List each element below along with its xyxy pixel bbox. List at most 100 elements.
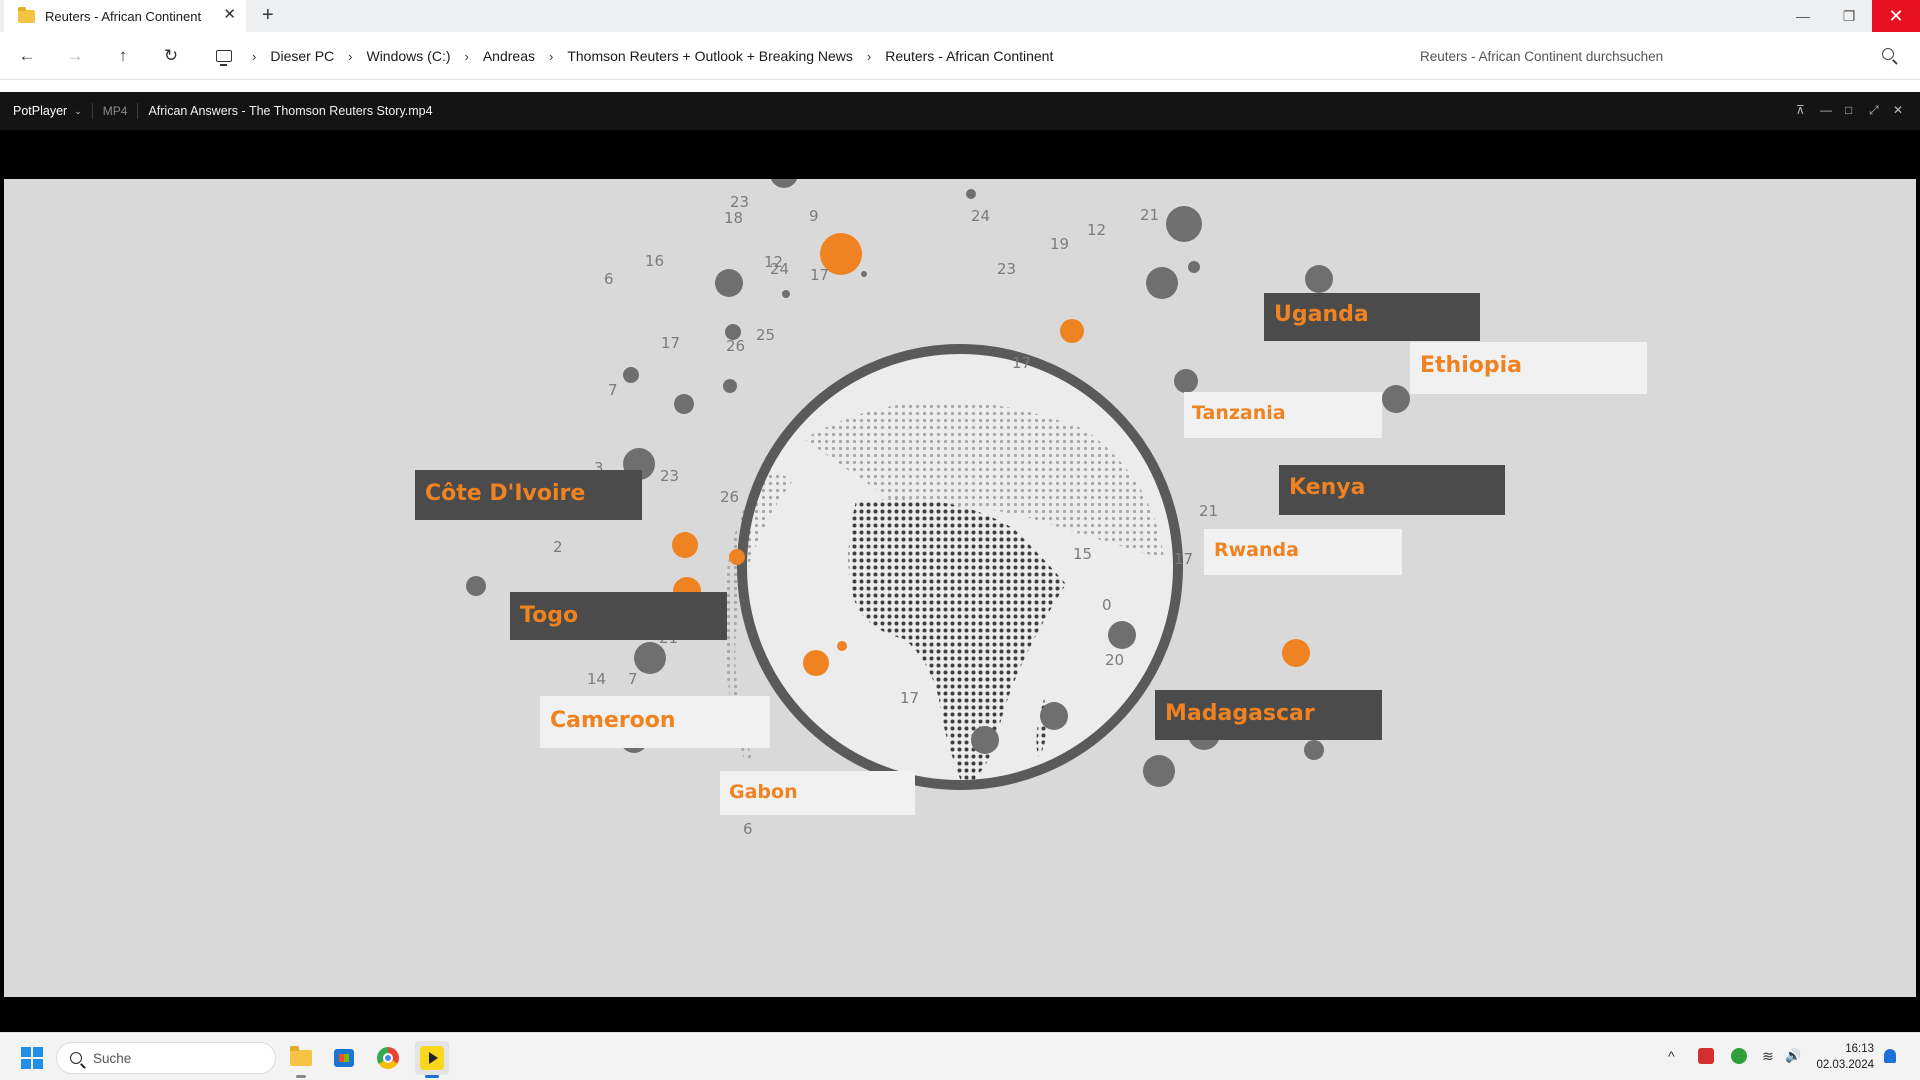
country-label-uganda: Uganda bbox=[1264, 293, 1480, 341]
up-button[interactable]: ↑ bbox=[110, 44, 136, 68]
country-label-cameroon: Cameroon bbox=[540, 696, 770, 748]
taskbar-app-potplayer[interactable] bbox=[415, 1041, 449, 1078]
number-label: 18 bbox=[724, 209, 743, 227]
chevron-right-icon[interactable]: › bbox=[465, 49, 469, 64]
number-label: 0 bbox=[1102, 596, 1112, 614]
search-icon[interactable] bbox=[1882, 48, 1894, 60]
number-label: 23 bbox=[997, 260, 1016, 278]
number-label: 17 bbox=[810, 266, 829, 284]
number-label: 2 bbox=[553, 538, 563, 556]
taskbar-clock[interactable]: 16:13 02.03.2024 bbox=[1810, 1041, 1874, 1073]
chevron-down-icon: ⌄ bbox=[74, 105, 82, 116]
folder-icon bbox=[18, 6, 35, 23]
notification-bell-icon[interactable] bbox=[1884, 1049, 1896, 1063]
explorer-search-box[interactable]: Reuters - African Continent durchsuchen bbox=[1410, 40, 1906, 72]
breadcrumb: › Dieser PC › Windows (C:) › Andreas › T… bbox=[200, 40, 1400, 72]
country-label-tanzania: Tanzania bbox=[1184, 392, 1382, 438]
number-label: 9 bbox=[809, 207, 819, 225]
country-label-kenya: Kenya bbox=[1279, 465, 1505, 515]
player-fullscreen-button[interactable]: ⤢ bbox=[1869, 103, 1879, 117]
clock-date: 02.03.2024 bbox=[1816, 1059, 1874, 1071]
country-name: Rwanda bbox=[1214, 539, 1299, 561]
breadcrumb-item-windows-c[interactable]: Windows (C:) bbox=[366, 48, 450, 64]
chrome-icon bbox=[377, 1047, 399, 1069]
country-name: Tanzania bbox=[1192, 402, 1286, 424]
country-label-gabon: Gabon bbox=[720, 771, 915, 815]
chevron-right-icon[interactable]: › bbox=[549, 49, 553, 64]
number-label: 26 bbox=[726, 337, 745, 355]
tray-app-red-icon[interactable] bbox=[1698, 1048, 1714, 1064]
taskbar-app-file-explorer[interactable] bbox=[284, 1041, 318, 1078]
explorer-tab[interactable]: Reuters - African Continent ✕ bbox=[4, 0, 246, 32]
player-maximize-button[interactable]: □ bbox=[1845, 103, 1852, 117]
number-label: 17 bbox=[1174, 550, 1193, 568]
volume-icon[interactable]: 🔊 bbox=[1785, 1047, 1801, 1065]
number-label: 16 bbox=[645, 252, 664, 270]
country-name: Gabon bbox=[729, 781, 798, 803]
potplayer-title-bar: PotPlayer ⌄ MP4 African Answers - The Th… bbox=[0, 92, 1920, 130]
window-gap bbox=[0, 80, 1920, 92]
close-window-button[interactable]: ✕ bbox=[1872, 0, 1920, 32]
refresh-button[interactable]: ↻ bbox=[158, 44, 184, 68]
video-file-name: African Answers - The Thomson Reuters St… bbox=[148, 104, 433, 118]
potplayer-icon bbox=[420, 1046, 444, 1070]
restore-button[interactable]: ❐ bbox=[1826, 0, 1872, 32]
country-label-cote-divoire: Côte D'Ivoire bbox=[415, 470, 642, 520]
number-label: 21 bbox=[1140, 206, 1159, 224]
breadcrumb-item-andreas[interactable]: Andreas bbox=[483, 48, 535, 64]
tab-close-button[interactable]: ✕ bbox=[223, 6, 236, 24]
tab-title: Reuters - African Continent bbox=[45, 8, 202, 24]
number-label: 7 bbox=[628, 670, 638, 688]
pin-icon[interactable]: ⊼ bbox=[1796, 103, 1805, 117]
chevron-right-icon[interactable]: › bbox=[252, 49, 256, 64]
video-frame[interactable]: 23 18 9 24 19 12 21 16 6 12 24 17 23 17 … bbox=[4, 179, 1916, 997]
player-minimize-button[interactable]: — bbox=[1820, 103, 1832, 117]
country-label-madagascar: Madagascar bbox=[1155, 690, 1382, 740]
country-name: Côte D'Ivoire bbox=[425, 481, 585, 506]
taskbar: Suche ^ ≋ 🔊 16:13 02.03.2024 bbox=[0, 1032, 1920, 1080]
number-label: 25 bbox=[756, 326, 775, 344]
microsoft-store-icon bbox=[334, 1049, 354, 1067]
chevron-right-icon[interactable]: › bbox=[867, 49, 871, 64]
number-label: 6 bbox=[604, 270, 614, 288]
video-graphic: 23 18 9 24 19 12 21 16 6 12 24 17 23 17 … bbox=[415, 179, 1647, 838]
taskbar-search-placeholder: Suche bbox=[93, 1050, 132, 1066]
potplayer-menu-button[interactable]: PotPlayer ⌄ bbox=[13, 104, 82, 118]
back-button[interactable]: ← bbox=[14, 44, 40, 68]
wifi-icon[interactable]: ≋ bbox=[1762, 1047, 1774, 1065]
computer-icon[interactable] bbox=[216, 50, 232, 66]
country-name: Cameroon bbox=[550, 708, 676, 733]
number-label: 12 bbox=[1087, 221, 1106, 239]
number-label: 19 bbox=[1050, 235, 1069, 253]
minimize-button[interactable]: — bbox=[1780, 0, 1826, 32]
file-format-badge: MP4 bbox=[102, 104, 128, 118]
taskbar-search-box[interactable]: Suche bbox=[56, 1042, 276, 1074]
forward-button[interactable]: → bbox=[62, 44, 88, 68]
taskbar-app-chrome[interactable] bbox=[371, 1041, 405, 1075]
explorer-tab-bar: Reuters - African Continent ✕ + — ❐ ✕ bbox=[0, 0, 1920, 32]
tray-security-check-icon[interactable] bbox=[1731, 1048, 1747, 1064]
number-label: 20 bbox=[1105, 651, 1124, 669]
windows-start-icon[interactable] bbox=[21, 1047, 43, 1069]
breadcrumb-item-african-continent[interactable]: Reuters - African Continent bbox=[885, 48, 1053, 64]
breadcrumb-item-this-pc[interactable]: Dieser PC bbox=[270, 48, 334, 64]
taskbar-app-microsoft-store[interactable] bbox=[327, 1041, 361, 1075]
country-label-rwanda: Rwanda bbox=[1204, 529, 1402, 575]
number-label: 7 bbox=[608, 381, 618, 399]
number-label: 14 bbox=[587, 670, 606, 688]
number-label: 15 bbox=[1073, 545, 1092, 563]
number-label: 6 bbox=[743, 820, 753, 838]
new-tab-button[interactable]: + bbox=[262, 5, 274, 25]
number-label: 17 bbox=[1012, 354, 1031, 372]
number-label: 21 bbox=[1199, 502, 1218, 520]
tray-overflow-chevron-icon[interactable]: ^ bbox=[1668, 1047, 1675, 1065]
breadcrumb-item-thomson-reuters[interactable]: Thomson Reuters + Outlook + Breaking New… bbox=[567, 48, 853, 64]
country-name: Kenya bbox=[1289, 475, 1365, 500]
search-icon bbox=[70, 1052, 82, 1064]
player-close-button[interactable]: ✕ bbox=[1893, 103, 1903, 117]
country-name: Madagascar bbox=[1165, 701, 1315, 726]
number-label: 26 bbox=[720, 488, 739, 506]
chevron-right-icon[interactable]: › bbox=[348, 49, 352, 64]
number-label: 24 bbox=[770, 260, 789, 278]
country-label-togo: Togo bbox=[510, 592, 727, 640]
